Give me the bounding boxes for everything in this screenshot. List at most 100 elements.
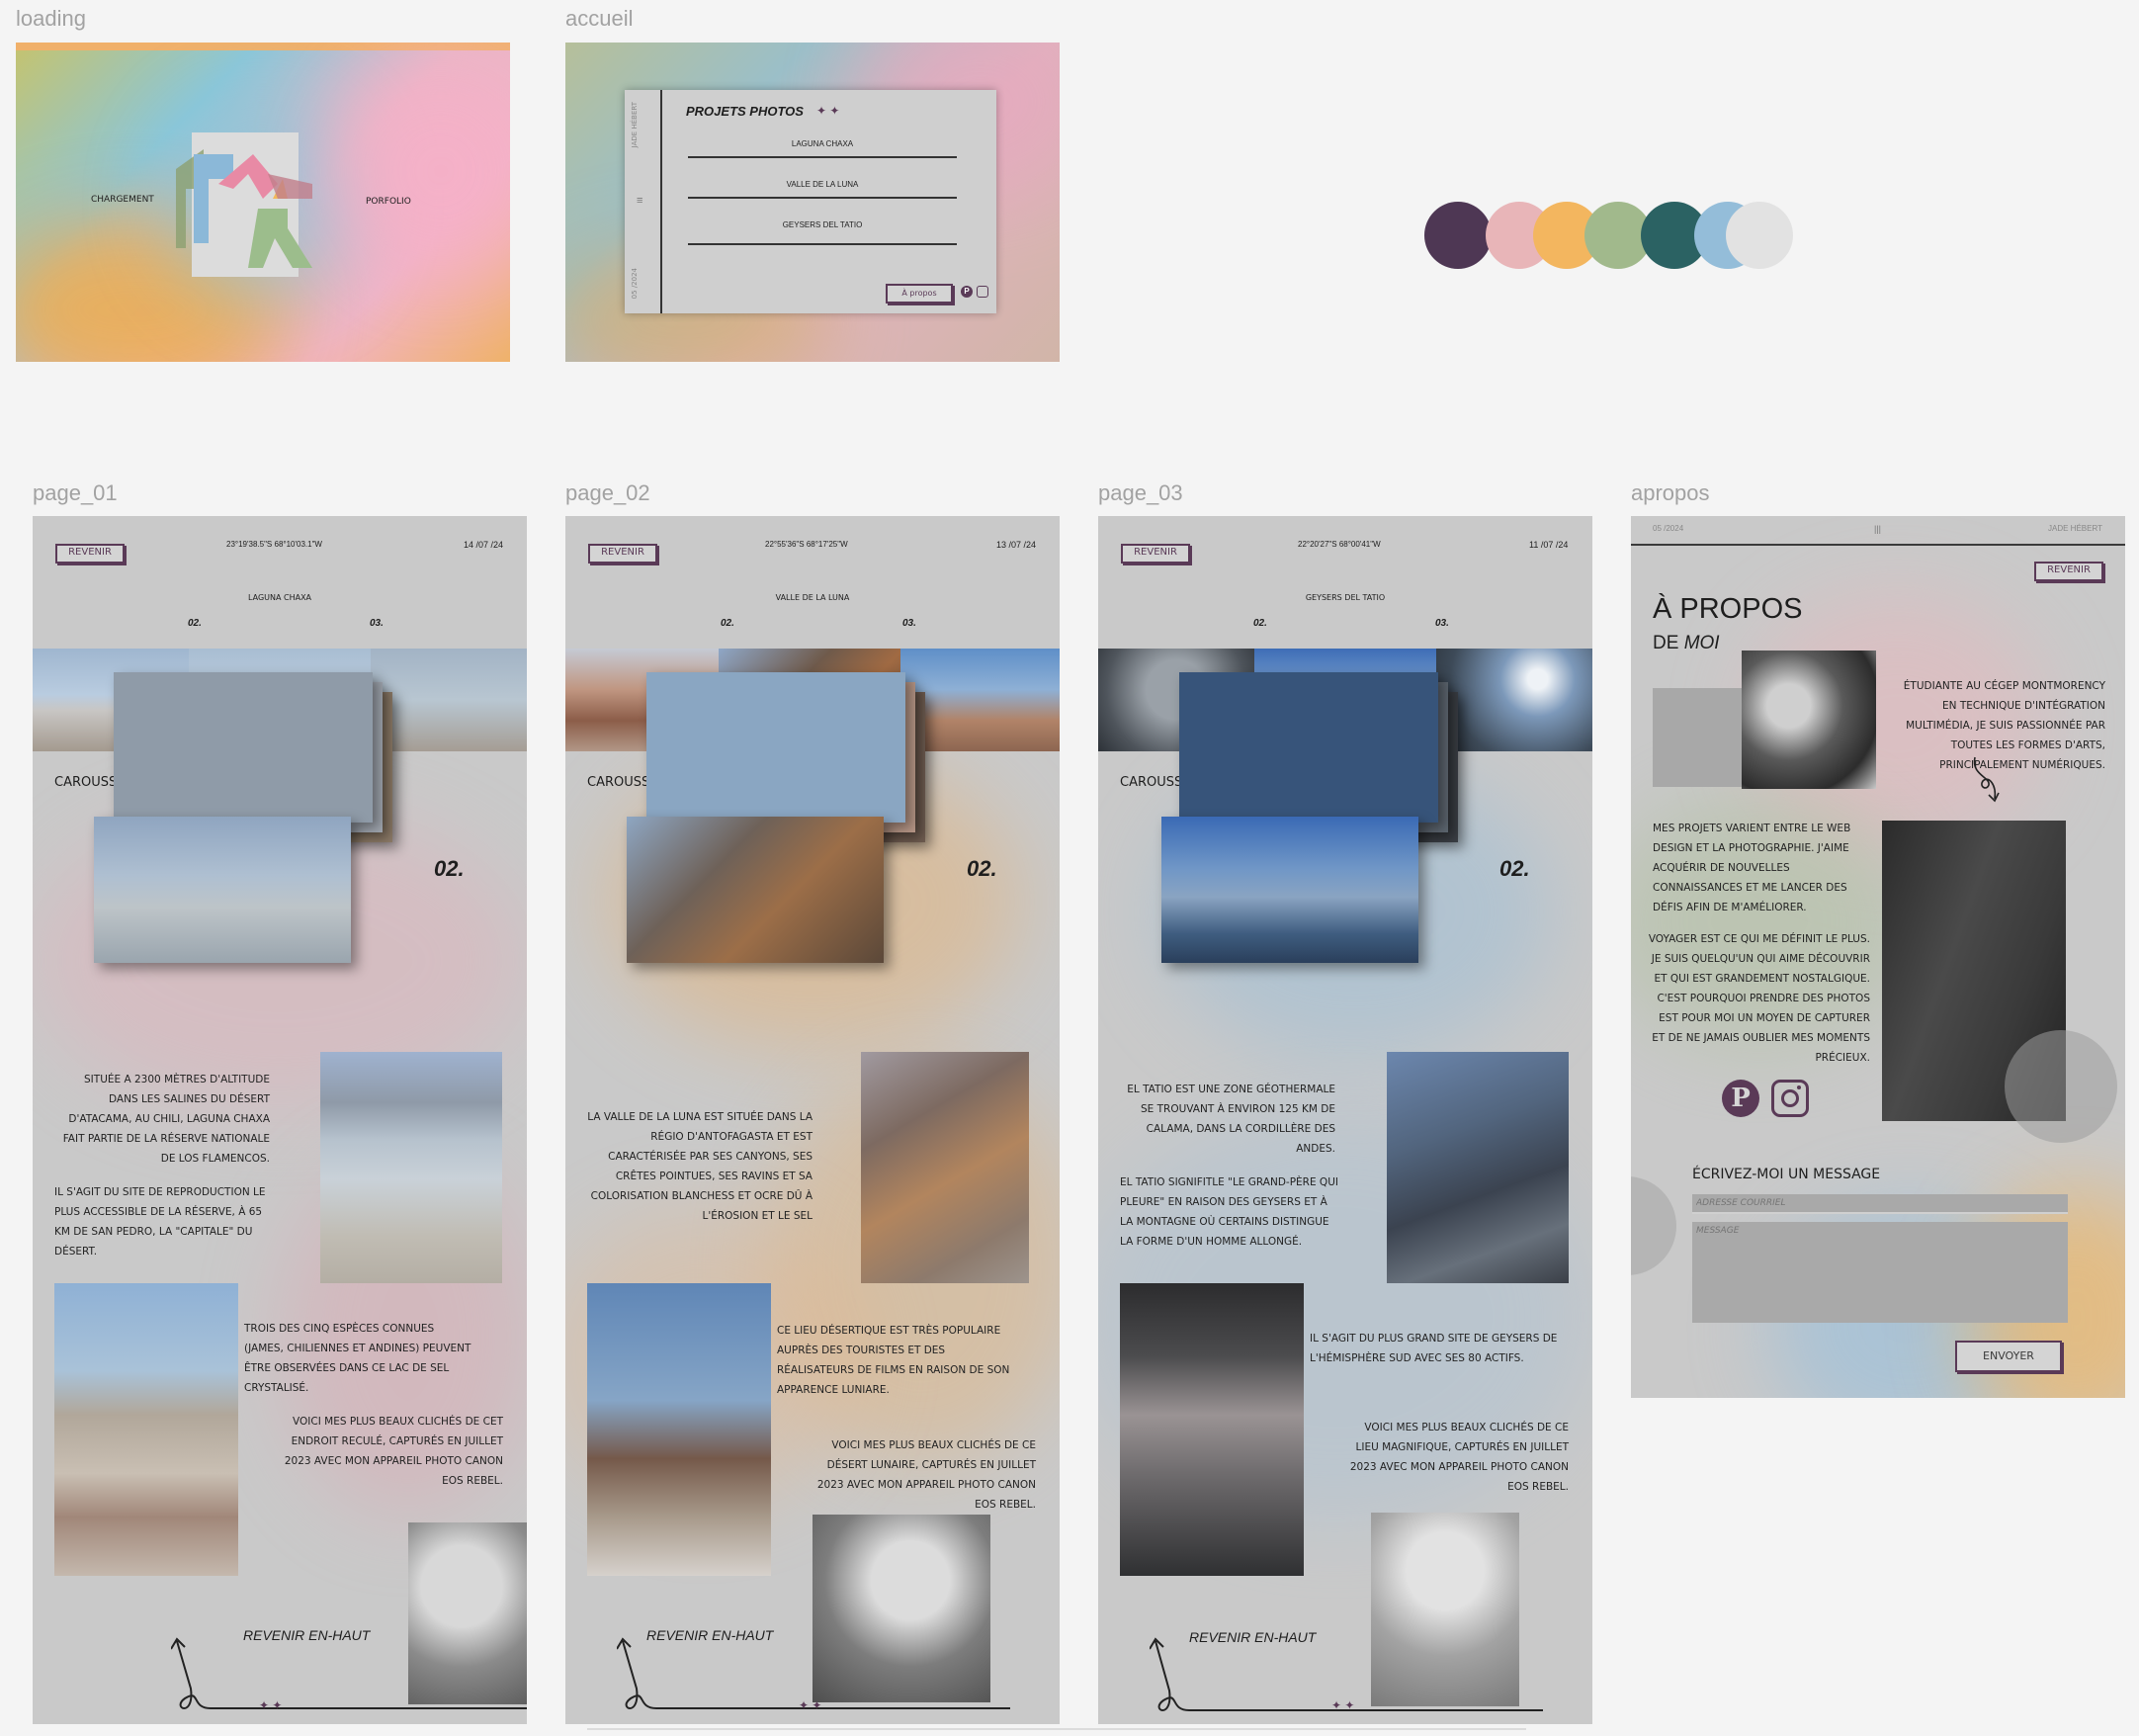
photo-geyser-3[interactable] [1436,649,1592,751]
apropos-subtitle-moi: MOI [1683,633,1720,653]
page03-back-top[interactable]: REVENIR EN-HAUT [1189,1629,1316,1645]
page02-back-button[interactable]: REVENIR [588,544,657,564]
loading-left-text: CHARGEMENT [91,195,154,205]
apropos-name: JADE HÉBERT [2048,524,2102,533]
page03-back-button[interactable]: REVENIR [1121,544,1190,564]
apropos-back-button[interactable]: REVENIR [2034,562,2103,581]
apropos-message-field[interactable] [1692,1222,2068,1323]
about-button[interactable]: À propos [886,284,953,304]
frame-label-page03: page_03 [1098,480,1183,505]
page02-photo-path[interactable] [587,1283,771,1576]
loading-frame: CHARGEMENT PORFOLIO [16,43,510,362]
page03-title: GEYSERS DEL TATIO [1305,593,1386,602]
page02-photo-ridge[interactable] [861,1052,1029,1283]
accueil-side-name: JADE HÉBERT [631,102,639,148]
loading-right-text: PORFOLIO [366,197,411,207]
apropos-subtitle-de: DE [1653,633,1679,653]
accueil-menu-icon[interactable]: ≡ [637,195,648,207]
page01-p2: IL S'AGIT DU SITE DE REPRODUCTION LE PLU… [54,1186,266,1258]
page02-num-a: 02. [721,618,734,629]
page01-big-num: 02. [434,856,465,881]
apropos-send-button[interactable]: ENVOYER [1955,1341,2062,1372]
page02-back-top[interactable]: REVENIR EN-HAUT [646,1627,773,1643]
page03-coords: 22°20'27"S 68°00'41"W [1298,540,1381,549]
apropos-form-title: ÉCRIVEZ-MOI UN MESSAGE [1692,1167,1881,1182]
apropos-pinterest-icon[interactable]: P [1722,1080,1759,1117]
page03-big-num: 02. [1499,856,1530,881]
page03-stack-photo[interactable] [1161,817,1418,963]
page02-stars: ✦ ✦ [799,1698,822,1712]
loading-logo [164,130,368,278]
page03-num-a: 02. [1253,618,1267,629]
loading-progress-bar [16,43,510,50]
apropos-p3: VOYAGER EST CE QUI ME DÉFINIT LE PLUS. J… [1648,933,1870,1064]
page01-p3: TROIS DES CINQ ESPÈCES CONNUES (JAMES, C… [244,1323,471,1394]
page02-frame: REVENIR 22°55'36"S 68°17'25"W 13 /07 /24… [565,516,1060,1724]
page02-big-num: 02. [967,856,997,881]
canvas-scrollbar[interactable] [587,1728,1526,1730]
page02-title: VALLE DE LA LUNA [775,593,850,602]
page01-photo-salt[interactable] [54,1283,238,1576]
frame-label-loading: loading [16,6,86,31]
apropos-curl-arrow-icon [1967,755,2007,805]
accueil-frame: JADE HÉBERT ≡ 05 /2024 PROJETS PHOTOS ✦ … [565,43,1060,362]
palette-swatch-7 [1726,202,1793,269]
page01-stars: ✦ ✦ [259,1698,283,1712]
apropos-decor-circle-left [1631,1176,1676,1275]
page03-date: 11 /07 /24 [1529,540,1569,550]
page03-p1: EL TATIO EST UNE ZONE GÉOTHERMALE SE TRO… [1127,1084,1335,1155]
page01-date: 14 /07 /24 [464,540,504,550]
accueil-title: PROJETS PHOTOS [686,104,804,119]
page03-stars: ✦ ✦ [1331,1698,1355,1712]
page01-title: LAGUNA CHAXA [247,593,312,602]
page01-stack-photo[interactable] [94,817,351,963]
page03-photo-steam[interactable] [1387,1052,1569,1283]
page02-p2: CE LIEU DÉSERTIQUE EST TRÈS POPULAIRE AU… [777,1325,1010,1396]
instagram-icon[interactable] [977,286,988,298]
page01-back-top[interactable]: REVENIR EN-HAUT [243,1627,370,1643]
accueil-stars: ✦ ✦ [816,104,840,118]
frame-label-apropos: apropos [1631,480,1710,505]
apropos-menu-handle[interactable]: ||| [1874,524,1881,534]
page02-num-b: 03. [902,618,916,629]
page01-p1: SITUÉE A 2300 MÈTRES D'ALTITUDE DANS LES… [62,1074,270,1165]
menu-item-valle[interactable]: VALLE DE LA LUNA [688,180,957,199]
page01-back-button[interactable]: REVENIR [55,544,125,564]
pinterest-icon[interactable]: P [961,286,973,298]
frame-label-accueil: accueil [565,6,634,31]
page01-photo-mountain[interactable] [320,1052,502,1283]
page02-p1: LA VALLE DE LA LUNA EST SITUÉE DANS LA R… [587,1111,813,1222]
page02-coords: 22°55'36"S 68°17'25"W [765,540,848,549]
apropos-p2: MES PROJETS VARIENT ENTRE LE WEB DESIGN … [1653,823,1851,913]
apropos-title: À PROPOS [1653,593,1803,625]
page02-p3: VOICI MES PLUS BEAUX CLICHÉS DE CE DÉSER… [816,1439,1036,1511]
page02-stack-photo[interactable] [627,817,884,963]
menu-item-laguna[interactable]: LAGUNA CHAXA [688,139,957,158]
page01-num-a: 02. [188,618,202,629]
page01-num-b: 03. [370,618,384,629]
page01-p4: VOICI MES PLUS BEAUX CLICHÉS DE CET ENDR… [284,1416,503,1487]
menu-item-geysers[interactable]: GEYSERS DEL TATIO [688,220,957,245]
frame-label-page01: page_01 [33,480,118,505]
page03-frame: REVENIR 22°20'27"S 68°00'41"W 11 /07 /24… [1098,516,1592,1724]
accueil-side-date: 05 /2024 [631,268,639,300]
frame-label-page02: page_02 [565,480,650,505]
apropos-subtitle: DE MOI [1653,633,1720,654]
accueil-card: JADE HÉBERT ≡ 05 /2024 PROJETS PHOTOS ✦ … [625,90,996,313]
page03-p3: IL S'AGIT DU PLUS GRAND SITE DE GEYSERS … [1310,1333,1558,1364]
apropos-portrait [1742,651,1876,789]
apropos-email-field[interactable] [1692,1194,2068,1214]
apropos-date: 05 /2024 [1653,524,1684,533]
photo-flamingo-3[interactable] [371,649,527,751]
page02-date: 13 /07 /24 [996,540,1037,550]
palette-swatch-1 [1424,202,1492,269]
apropos-instagram-icon[interactable] [1771,1080,1809,1117]
apropos-decor-circle-right [2005,1030,2117,1143]
page03-photo-eruption[interactable] [1120,1283,1304,1576]
page03-p2: EL TATIO SIGNIFITLE "LE GRAND-PÈRE QUI P… [1120,1176,1338,1248]
apropos-frame: 05 /2024 ||| JADE HÉBERT REVENIR À PROPO… [1631,516,2125,1398]
page01-coords: 23°19'38.5"S 68°10'03.1"W [226,540,322,549]
page03-p4: VOICI MES PLUS BEAUX CLICHÉS DE CE LIEU … [1349,1422,1569,1493]
page01-frame: REVENIR 23°19'38.5"S 68°10'03.1"W 14 /07… [33,516,527,1724]
page03-num-b: 03. [1435,618,1449,629]
